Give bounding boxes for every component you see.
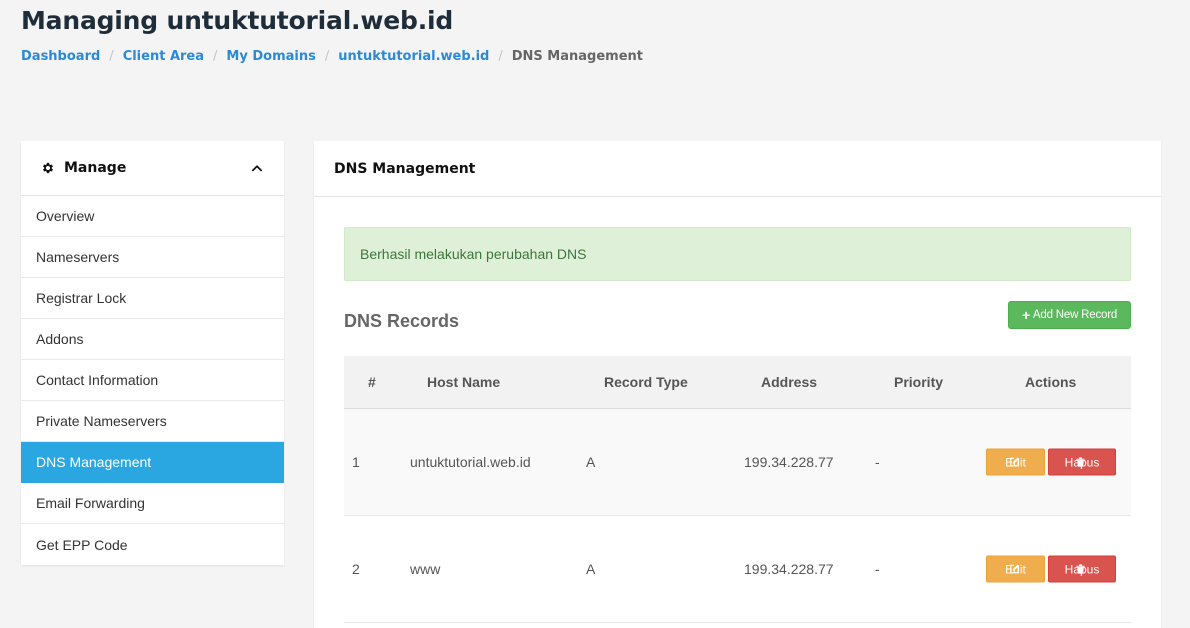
delete-label: Hapus — [1064, 455, 1100, 469]
edit-button[interactable]: Edit — [986, 555, 1045, 583]
sidebar-item-dns-management[interactable]: DNS Management — [21, 442, 284, 483]
cell-num: 2 — [352, 561, 360, 577]
sidebar-title: Manage — [64, 160, 127, 176]
breadcrumb-domain[interactable]: untuktutorial.web.id — [338, 49, 489, 64]
cell-host: untuktutorial.web.id — [410, 454, 531, 470]
breadcrumb-dashboard[interactable]: Dashboard — [21, 49, 100, 64]
chevron-up-icon[interactable] — [250, 161, 264, 175]
page-title: Managing untuktutorial.web.id — [21, 6, 454, 35]
breadcrumb-separator: / — [324, 49, 330, 64]
add-new-record-button[interactable]: + Add New Record — [1008, 301, 1131, 329]
table-row: 1 untuktutorial.web.id A 199.34.228.77 -… — [344, 409, 1131, 516]
sidebar-item-email-forwarding[interactable]: Email Forwarding — [21, 483, 284, 524]
records-title: DNS Records — [344, 311, 460, 331]
sidebar-header[interactable]: Manage — [21, 141, 284, 196]
gear-icon — [42, 162, 54, 174]
dns-records-table: # Host Name Record Type Address Priority… — [344, 356, 1131, 623]
edit-label: Edit — [1005, 455, 1026, 469]
cell-type: A — [586, 561, 596, 577]
delete-label: Hapus — [1064, 562, 1100, 576]
delete-button[interactable]: Hapus — [1048, 555, 1116, 583]
cell-priority: - — [875, 454, 880, 470]
row-actions: Edit Hapus — [986, 448, 1116, 476]
cell-priority: - — [875, 561, 880, 577]
header-actions: Actions — [1025, 374, 1077, 390]
breadcrumb-current: DNS Management — [511, 49, 643, 64]
breadcrumb-separator: / — [109, 49, 114, 64]
breadcrumb-my-domains[interactable]: My Domains — [226, 49, 315, 64]
header-priority: Priority — [894, 374, 944, 390]
table-row: 2 www A 199.34.228.77 - Edit Hapus — [344, 516, 1131, 623]
delete-button[interactable]: Hapus — [1048, 448, 1116, 476]
cell-num: 1 — [352, 454, 360, 470]
cell-address: 199.34.228.77 — [744, 561, 834, 577]
sidebar-item-private-nameservers[interactable]: Private Nameservers — [21, 401, 284, 442]
breadcrumb-client-area[interactable]: Client Area — [123, 49, 204, 64]
header-num: # — [368, 374, 376, 390]
sidebar-item-overview[interactable]: Overview — [21, 196, 284, 237]
plus-icon: + — [1021, 307, 1030, 323]
sidebar-item-contact-information[interactable]: Contact Information — [21, 360, 284, 401]
breadcrumb-separator: / — [213, 49, 218, 64]
breadcrumb: Dashboard / Client Area / My Domains / u… — [21, 49, 643, 64]
breadcrumb-separator: / — [498, 49, 503, 64]
row-actions: Edit Hapus — [986, 555, 1116, 583]
dns-panel: DNS Management Berhasil melakukan peruba… — [314, 141, 1161, 628]
cell-type: A — [586, 454, 596, 470]
header-type: Record Type — [604, 374, 688, 390]
add-new-record-label: Add New Record — [1032, 309, 1118, 321]
header-host: Host Name — [427, 374, 501, 390]
header-address: Address — [761, 374, 818, 390]
sidebar-item-get-epp-code[interactable]: Get EPP Code — [21, 524, 284, 565]
cell-host: www — [410, 561, 441, 577]
panel-title: DNS Management — [314, 141, 1161, 197]
edit-button[interactable]: Edit — [986, 448, 1045, 476]
success-alert: Berhasil melakukan perubahan DNS — [344, 227, 1131, 281]
table-header: # Host Name Record Type Address Priority… — [344, 356, 1131, 409]
edit-label: Edit — [1005, 562, 1026, 576]
sidebar-item-addons[interactable]: Addons — [21, 319, 284, 360]
sidebar: Manage Overview Nameservers Registrar Lo… — [21, 141, 284, 565]
sidebar-item-registrar-lock[interactable]: Registrar Lock — [21, 278, 284, 319]
sidebar-item-nameservers[interactable]: Nameservers — [21, 237, 284, 278]
cell-address: 199.34.228.77 — [744, 454, 834, 470]
